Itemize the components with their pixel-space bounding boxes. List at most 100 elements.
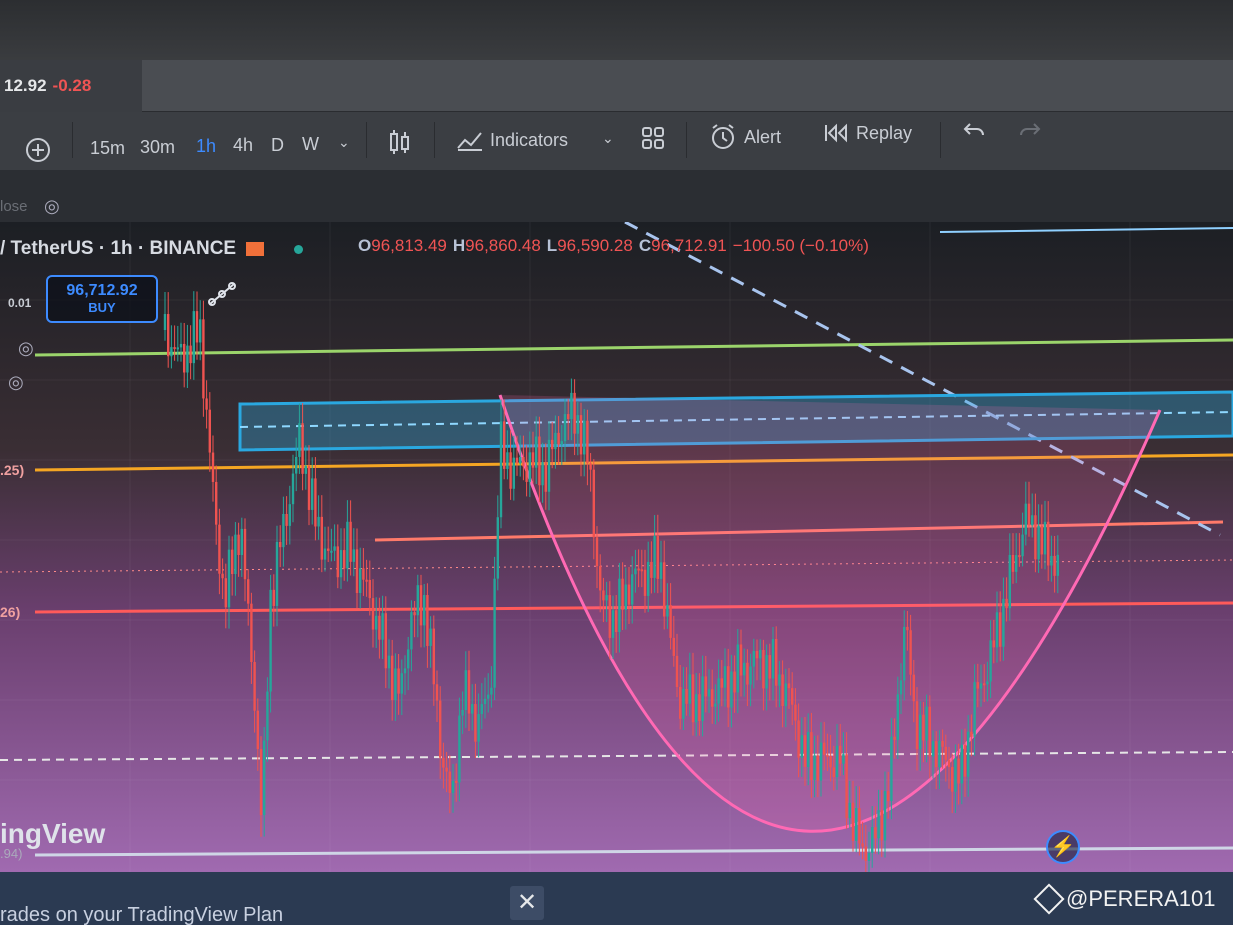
interval-1h[interactable]: 1h <box>196 136 216 157</box>
candle-body <box>567 414 570 420</box>
candle-body <box>346 521 349 569</box>
candle-body <box>506 452 509 469</box>
candle-type-icon[interactable] <box>388 128 412 156</box>
candle-body <box>967 731 970 777</box>
candle-body <box>634 568 637 575</box>
eye-hidden-icon[interactable]: ◎ <box>18 338 34 359</box>
candle-body <box>1011 555 1015 572</box>
candle-body <box>829 756 832 768</box>
candle-body <box>429 628 432 646</box>
interval-dropdown-icon[interactable]: ⌄ <box>338 134 350 151</box>
candle-body <box>695 694 698 723</box>
candle-body <box>509 452 512 489</box>
candle-body <box>301 423 304 474</box>
interval-30m[interactable]: 30m <box>140 137 175 158</box>
add-symbol-icon[interactable] <box>24 136 52 164</box>
candle-body <box>253 661 256 711</box>
candle-body <box>704 676 707 697</box>
binance-logo-icon <box>1033 883 1065 915</box>
candle-body <box>570 392 573 420</box>
alert-button[interactable]: Alert <box>708 122 781 152</box>
candle-body <box>288 504 291 526</box>
candle-body <box>563 414 567 442</box>
candle-body <box>311 478 314 510</box>
candle-body <box>250 603 253 662</box>
candle-body <box>176 347 179 350</box>
candle-body <box>755 650 759 659</box>
price-chart[interactable] <box>0 222 1233 872</box>
candle-body <box>442 757 445 768</box>
layout-grid-icon[interactable] <box>641 126 665 150</box>
indicators-dropdown-icon[interactable]: ⌄ <box>602 130 614 147</box>
candle-body <box>903 626 906 681</box>
interval-w[interactable]: W <box>302 134 319 155</box>
candle-body <box>733 671 736 693</box>
close-banner-button[interactable]: ✕ <box>510 886 544 920</box>
candle-body <box>669 604 672 638</box>
candle-body <box>455 780 458 783</box>
candle-body <box>307 465 311 510</box>
redo-icon[interactable] <box>1018 120 1042 140</box>
tab-price: 12.92 <box>4 76 47 95</box>
alert-label: Alert <box>744 126 782 147</box>
candle-body <box>602 590 605 601</box>
candle-body <box>675 655 679 688</box>
candle-body <box>963 744 967 777</box>
buy-button[interactable]: 96,712.92 BUY <box>46 275 158 323</box>
candle-body <box>899 680 903 695</box>
indicators-label: Indicators <box>490 129 569 150</box>
candle-body <box>547 439 551 492</box>
order-quantity: 0.01 <box>8 296 32 310</box>
eye-hidden-icon[interactable]: ◎ <box>8 372 24 393</box>
candle-body <box>730 671 733 708</box>
replay-button[interactable]: Replay <box>824 122 912 144</box>
candle-body <box>887 791 890 802</box>
toolbar-divider <box>366 122 367 158</box>
candle-body <box>871 827 874 853</box>
candle-body <box>291 473 295 505</box>
candle-body <box>487 694 490 699</box>
candle-body <box>791 688 794 705</box>
candle-body <box>992 640 995 648</box>
candle-body <box>819 742 823 781</box>
candle-body <box>771 638 775 679</box>
interval-d[interactable]: D <box>271 135 284 156</box>
candle-body <box>480 704 483 715</box>
candle-body <box>906 626 909 631</box>
candle-body <box>979 683 983 689</box>
candle-body <box>794 704 797 721</box>
indicators-button[interactable]: Indicators <box>456 128 568 152</box>
eye-hidden-icon[interactable]: ◎ <box>44 196 60 217</box>
undo-icon[interactable] <box>962 120 986 140</box>
interval-4h[interactable]: 4h <box>233 135 253 156</box>
chart-canvas <box>0 222 1233 872</box>
candle-body <box>624 584 627 610</box>
candle-body <box>599 566 602 591</box>
candle-body <box>883 791 887 841</box>
symbol-name[interactable]: / TetherUS · 1h · BINANCE <box>0 238 236 260</box>
candle-body <box>615 610 618 633</box>
candle-body <box>983 683 986 686</box>
interval-15m[interactable]: 15m <box>90 138 125 159</box>
candle-body <box>784 683 787 707</box>
symbol-tab[interactable]: 12.92 -0.28 <box>0 60 142 112</box>
candle-body <box>659 562 663 579</box>
candle-body <box>947 759 951 768</box>
candle-body <box>627 584 631 605</box>
monitor-bezel <box>0 0 1233 60</box>
candle-body <box>362 568 365 580</box>
candle-body <box>631 574 634 605</box>
candle-body <box>643 569 647 596</box>
hidden-close-label: lose <box>0 198 28 215</box>
candle-body <box>717 678 720 704</box>
candle-body <box>391 655 394 701</box>
candle-body <box>663 562 666 617</box>
candle-body <box>1034 515 1037 560</box>
lightning-icon[interactable]: ⚡ <box>1046 830 1080 864</box>
candle-body <box>221 573 224 579</box>
candle-body <box>915 701 919 750</box>
drawing-tool-icon[interactable] <box>206 280 238 308</box>
candle-body <box>183 343 186 373</box>
candle-body <box>227 549 231 608</box>
candle-body <box>378 615 381 640</box>
